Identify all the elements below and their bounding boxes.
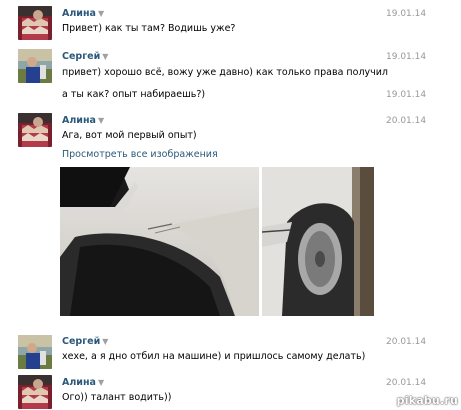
avatar-alina[interactable] [18, 6, 52, 40]
message-text: Ага, вот мой первый опыт) [62, 130, 197, 141]
message-text: а ты как? опыт набираешь?) [62, 89, 206, 100]
message-date: 19.01.14 [386, 9, 427, 19]
watermark: pikabu.ru [396, 394, 458, 407]
message-text: привет) хорошо всё, вожу уже давно) как … [62, 67, 389, 78]
attached-photo[interactable] [262, 167, 374, 316]
dropdown-caret-icon[interactable]: ▼ [98, 116, 104, 125]
avatar-sergey[interactable] [18, 335, 52, 369]
attached-photo[interactable] [60, 167, 259, 316]
message-date: 20.01.14 [386, 337, 427, 347]
message-date: 20.01.14 [386, 116, 427, 126]
dropdown-caret-icon[interactable]: ▼ [98, 378, 104, 387]
message-author[interactable]: Сергей ▼ [62, 51, 108, 63]
dropdown-caret-icon[interactable]: ▼ [102, 337, 108, 346]
message-author[interactable]: Алина ▼ [62, 115, 104, 127]
message-author[interactable]: Алина ▼ [62, 8, 104, 20]
message-text: Ого)) талант водить)) [62, 392, 172, 403]
message-author[interactable]: Алина ▼ [62, 377, 104, 389]
message-author[interactable]: Сергей ▼ [62, 336, 108, 348]
message-date: 20.01.14 [386, 378, 427, 388]
avatar-alina[interactable] [18, 113, 52, 147]
message-date: 19.01.14 [386, 90, 427, 100]
avatar-alina[interactable] [18, 375, 52, 409]
message-date: 19.01.14 [386, 52, 427, 62]
view-all-images-link[interactable]: Просмотреть все изображения [62, 149, 218, 161]
message-text: хехе, а я дно отбил на машине) и пришлос… [62, 351, 366, 362]
dropdown-caret-icon[interactable]: ▼ [102, 52, 108, 61]
dropdown-caret-icon[interactable]: ▼ [98, 9, 104, 18]
message-text: Привет) как ты там? Водишь уже? [62, 23, 236, 34]
avatar-sergey[interactable] [18, 49, 52, 83]
